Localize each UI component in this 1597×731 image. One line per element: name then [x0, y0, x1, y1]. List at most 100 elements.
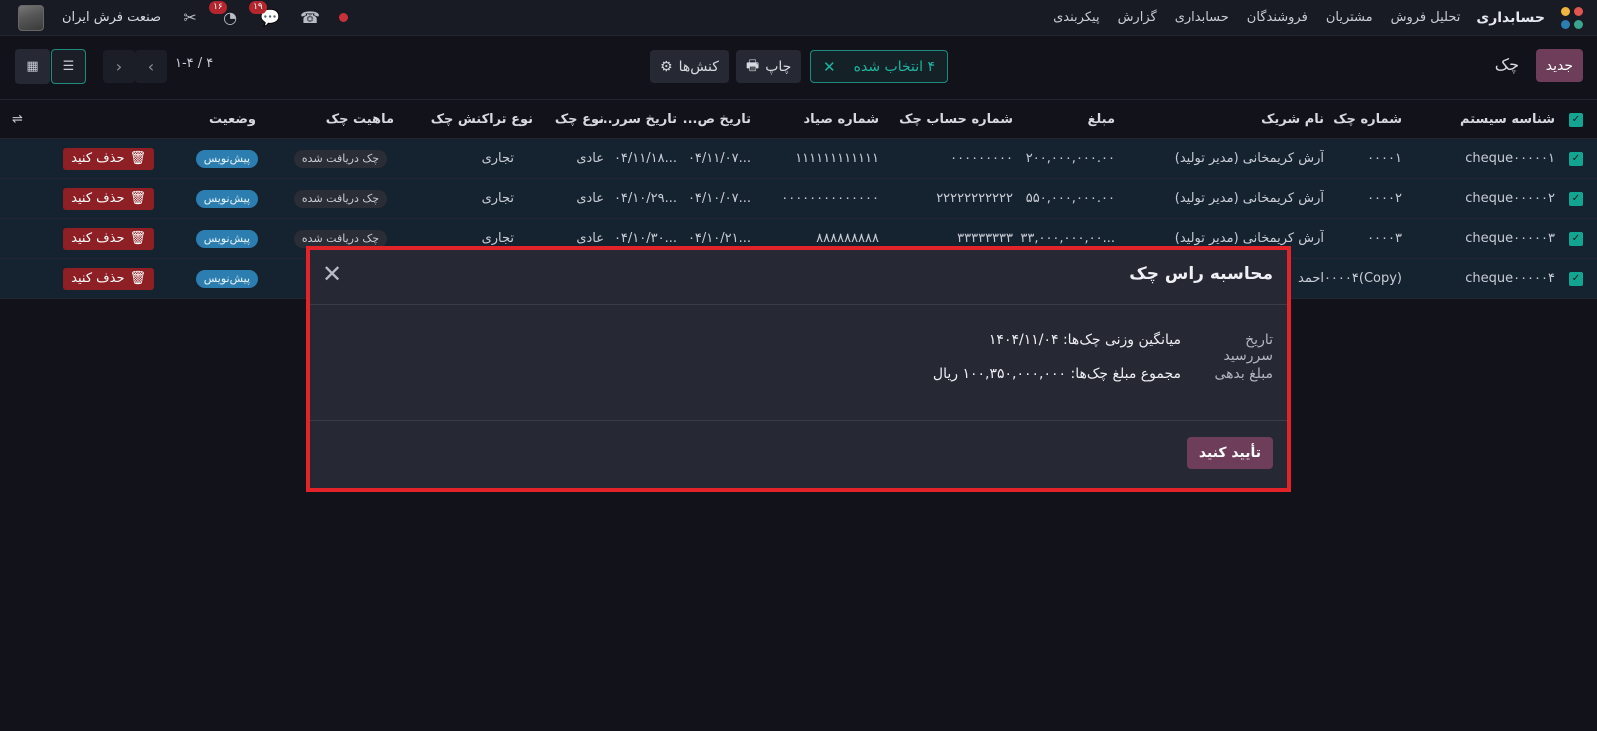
list-icon: ☰	[62, 59, 75, 74]
col-cheque-number[interactable]: شماره چک	[1333, 100, 1402, 140]
company-name[interactable]: صنعت فرش ایران	[62, 10, 161, 25]
menu-customers[interactable]: مشتریان	[1326, 10, 1373, 25]
col-system-id[interactable]: شناسه سیستم	[1460, 100, 1555, 140]
due-date-label: تاریخ سررسید	[1223, 332, 1273, 364]
modal-body: تاریخ سررسید میانگین وزنی چک‌ها: ۱۴۰۴/۱۱…	[310, 306, 1287, 421]
cell-issue-date: ...۰۴/۱۱/۰۷	[687, 151, 751, 166]
selection-indicator: ۴ انتخاب شده ✕	[810, 50, 948, 83]
cell-system-id: cheque۰۰۰۰۰۲	[1465, 191, 1555, 206]
list-view-button[interactable]: ☰	[51, 49, 86, 84]
nature-badge: چک دریافت شده	[293, 229, 387, 248]
delete-button[interactable]: 🗑 حذف کنید	[63, 267, 154, 290]
pager-prev-button[interactable]: ‹	[103, 50, 135, 83]
col-due-date[interactable]: تاریخ سرر...	[598, 100, 677, 140]
avatar[interactable]	[18, 4, 44, 31]
cell-cheque-type: عادی	[576, 151, 604, 166]
delete-button[interactable]: 🗑 حذف کنید	[63, 227, 154, 250]
clear-selection-icon[interactable]: ✕	[823, 58, 836, 76]
menu-configuration[interactable]: پیکربندی	[1053, 10, 1099, 25]
cell-system-id: cheque۰۰۰۰۰۴	[1465, 271, 1555, 286]
row-checkbox[interactable]: ✓	[1569, 272, 1583, 286]
cell-system-id: cheque۰۰۰۰۰۱	[1465, 151, 1555, 166]
chevron-left-icon: ‹	[115, 57, 123, 76]
menu-vendors[interactable]: فروشندگان	[1247, 10, 1308, 25]
print-button[interactable]: چاپ 🖶	[736, 50, 802, 83]
status-badge: پیش‌نویس	[195, 149, 258, 168]
nature-badge: چک دریافت شده	[293, 189, 387, 208]
delete-label: حذف کنید	[71, 190, 125, 206]
app-title[interactable]: حسابداری	[1476, 10, 1545, 26]
col-account-number[interactable]: شماره حساب چک	[899, 100, 1013, 140]
status-badge: پیش‌نویس	[195, 189, 258, 208]
tools-icon[interactable]: ✂	[179, 8, 201, 27]
cell-account-number: ۲۲۲۲۲۲۲۲۲۲۲	[936, 191, 1013, 206]
col-issue-date[interactable]: تاریخ ص...	[683, 100, 751, 140]
pager-next-button[interactable]: ›	[135, 50, 167, 83]
cell-cheque-number: ۰۰۰۰۳	[1367, 231, 1402, 246]
calendar-icon: ▦	[26, 59, 39, 74]
menu-accounting[interactable]: حسابداری	[1175, 10, 1229, 25]
modal-footer: تأیید کنید	[310, 422, 1287, 488]
trash-icon: 🗑	[129, 190, 146, 206]
pager-value[interactable]: ۱-۴ / ۴	[175, 56, 213, 71]
row-checkbox[interactable]: ✓	[1569, 152, 1583, 166]
optional-columns-icon[interactable]: ⇌	[12, 112, 23, 127]
actions-button[interactable]: کنش‌ها ⚙	[650, 50, 729, 83]
close-icon[interactable]: ✕	[322, 260, 342, 288]
delete-button[interactable]: 🗑 حذف کنید	[63, 147, 154, 170]
table-row[interactable]: ✓ cheque۰۰۰۰۰۲ ۰۰۰۰۲ آرش کریمخانی (مدیر …	[0, 179, 1597, 219]
col-sayad-number[interactable]: شماره صیاد	[804, 100, 880, 140]
activity-badge: ۱۶	[209, 1, 227, 14]
print-label: چاپ	[765, 58, 792, 75]
calendar-view-button[interactable]: ▦	[15, 49, 50, 84]
due-date-value: میانگین وزنی چک‌ها: ۱۴۰۴/۱۱/۰۴	[988, 332, 1181, 348]
menu-sales-analysis[interactable]: تحلیل فروش	[1391, 10, 1461, 25]
row-checkbox[interactable]: ✓	[1569, 232, 1583, 246]
modal-header: محاسبه راس چک ✕	[310, 250, 1287, 305]
menu-reporting[interactable]: گزارش	[1118, 10, 1157, 25]
phone-icon[interactable]: ☎	[299, 8, 321, 27]
cell-due-date: ...۰۴/۱۰/۲۹	[613, 191, 677, 206]
select-all-checkbox[interactable]: ✓	[1569, 113, 1583, 127]
table-row[interactable]: ✓ cheque۰۰۰۰۰۱ ۰۰۰۰۱ آرش کریمخانی (مدیر …	[0, 139, 1597, 179]
col-cheque-type[interactable]: نوع چک	[555, 100, 604, 140]
status-dot-icon[interactable]	[339, 13, 349, 22]
modal-highlight-frame: محاسبه راس چک ✕ تاریخ سررسید میانگین وزن…	[306, 246, 1291, 492]
cell-transaction-type: تجاری	[481, 151, 514, 166]
top-navbar: حسابداری تحلیل فروش مشتریان فروشندگان حس…	[0, 0, 1597, 36]
row-checkbox[interactable]: ✓	[1569, 192, 1583, 206]
status-badge: پیش‌نویس	[195, 269, 258, 288]
debt-amount-field: مبلغ بدهی مجموع مبلغ چک‌ها: ۱۰۰,۳۵۰,۰۰۰,…	[933, 366, 1273, 382]
cell-cheque-number: ۰۰۰۰۱	[1367, 151, 1402, 166]
cell-partner: آرش کریمخانی (مدیر تولید)	[1174, 191, 1324, 206]
col-nature[interactable]: ماهیت چک	[326, 100, 394, 140]
col-status[interactable]: وضعیت	[209, 100, 256, 140]
confirm-button[interactable]: تأیید کنید	[1186, 437, 1273, 469]
app-logo-icon[interactable]	[1561, 6, 1583, 29]
delete-label: حذف کنید	[71, 230, 125, 246]
col-amount[interactable]: مبلغ	[1087, 100, 1115, 140]
debt-amount-label: مبلغ بدهی	[1214, 366, 1273, 382]
cell-system-id: cheque۰۰۰۰۰۳	[1465, 231, 1555, 246]
cell-amount: ۲۰۰,۰۰۰,۰۰۰.۰۰	[1025, 151, 1115, 166]
cell-cheque-number: (Copy)۰۰۰۰۴	[1323, 271, 1402, 286]
new-button[interactable]: جدید	[1535, 49, 1583, 82]
cell-due-date: ...۰۴/۱۱/۱۸	[613, 151, 677, 166]
cell-cheque-type: عادی	[576, 191, 604, 206]
nature-badge: چک دریافت شده	[293, 149, 387, 168]
delete-button[interactable]: 🗑 حذف کنید	[63, 187, 154, 210]
modal-title: محاسبه راس چک	[1129, 264, 1273, 284]
table-header: ✓ شناسه سیستم شماره چک نام شریک مبلغ شما…	[0, 99, 1597, 139]
cell-account-number: ۰۰۰۰۰۰۰۰۰	[950, 151, 1013, 166]
breadcrumb: چک	[1494, 55, 1519, 74]
trash-icon: 🗑	[129, 150, 146, 166]
activity-icon[interactable]: ◔ ۱۶	[209, 1, 241, 27]
col-partner[interactable]: نام شریک	[1261, 100, 1324, 140]
cell-issue-date: ...۰۴/۱۰/۰۷	[687, 191, 751, 206]
trash-icon: 🗑	[129, 270, 146, 286]
delete-label: حذف کنید	[71, 150, 125, 166]
messages-icon[interactable]: 💬 ۱۹	[249, 1, 281, 27]
debt-amount-value: مجموع مبلغ چک‌ها: ۱۰۰,۳۵۰,۰۰۰,۰۰۰ ریال	[932, 366, 1181, 382]
col-transaction-type[interactable]: نوع تراکنش چک	[431, 100, 533, 140]
status-badge: پیش‌نویس	[195, 229, 258, 248]
